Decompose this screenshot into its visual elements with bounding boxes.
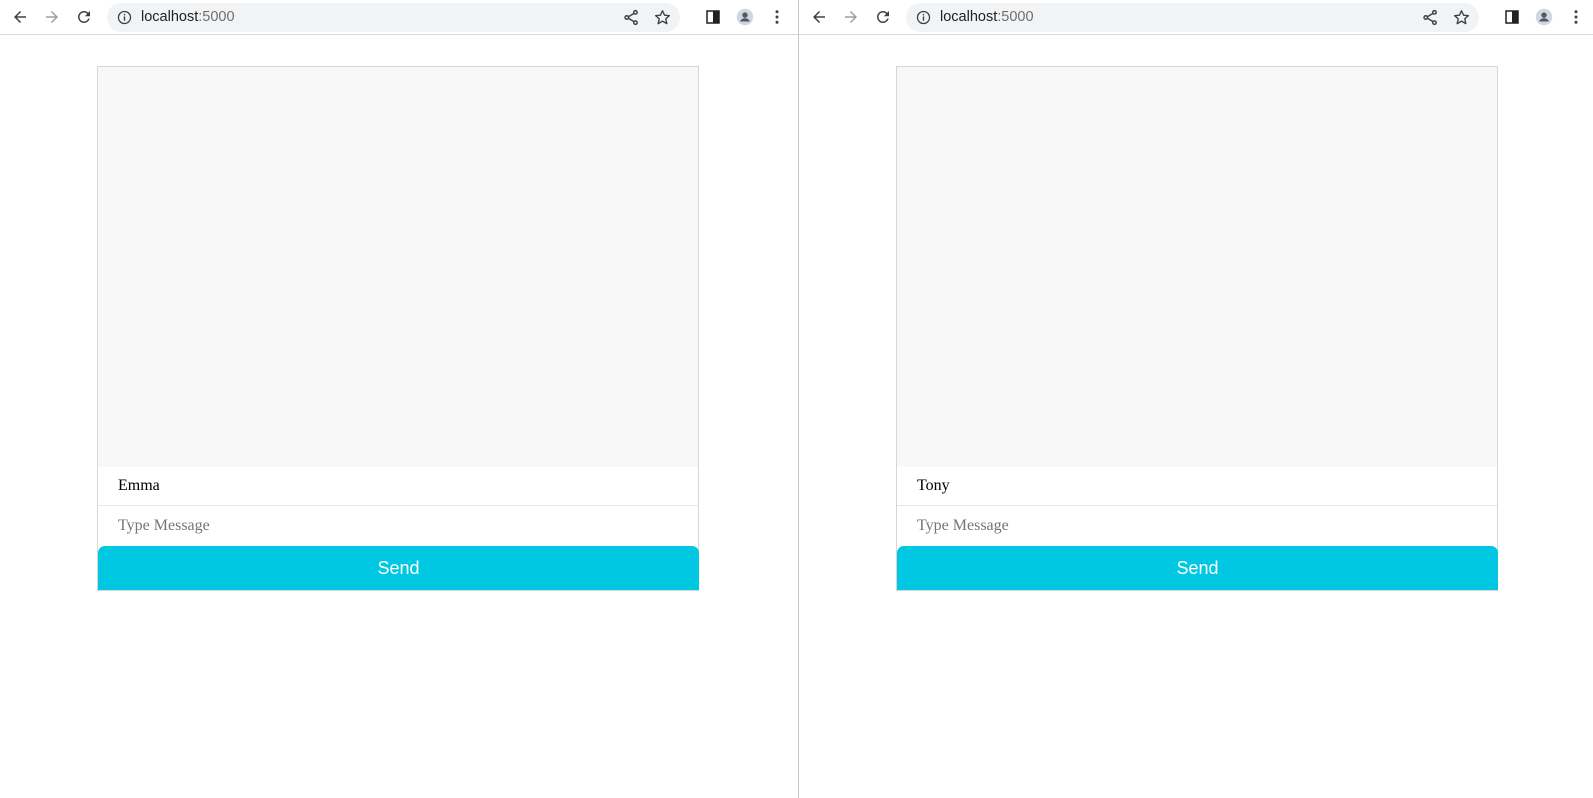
profile-icon: [1535, 8, 1553, 26]
browser-toolbar: localhost:5000: [799, 0, 1593, 35]
arrow-left-icon: [14, 11, 26, 23]
address-url: localhost:5000: [141, 9, 235, 25]
address-bar[interactable]: localhost:5000: [906, 3, 1479, 32]
arrow-left-icon: [813, 11, 825, 23]
kebab-menu-icon: [1574, 10, 1578, 24]
arrow-right-icon: [46, 11, 58, 23]
side-panel-button[interactable]: [700, 4, 726, 30]
page-content: Send: [799, 35, 1593, 798]
send-button[interactable]: Send: [897, 546, 1498, 590]
name-field[interactable]: [897, 467, 1497, 506]
url-host: localhost: [141, 9, 199, 25]
arrow-right-icon: [845, 11, 857, 23]
profile-button[interactable]: [732, 4, 758, 30]
address-bar[interactable]: localhost:5000: [107, 3, 680, 32]
send-button[interactable]: Send: [98, 546, 699, 590]
profile-button[interactable]: [1531, 4, 1557, 30]
info-icon[interactable]: [915, 9, 932, 26]
messages-area[interactable]: [98, 67, 698, 467]
forward-button[interactable]: [39, 4, 65, 30]
menu-button[interactable]: [1563, 4, 1589, 30]
screen: localhost:5000 Send: [0, 0, 1593, 798]
chat-box: Send: [97, 66, 699, 591]
kebab-menu-icon: [775, 10, 779, 24]
profile-icon: [736, 8, 754, 26]
star-icon[interactable]: [653, 8, 672, 27]
star-icon[interactable]: [1452, 8, 1471, 27]
address-url: localhost:5000: [940, 9, 1034, 25]
message-input[interactable]: [897, 506, 1497, 545]
share-icon[interactable]: [1421, 8, 1440, 27]
browser-toolbar: localhost:5000: [0, 0, 798, 35]
side-panel-button[interactable]: [1499, 4, 1525, 30]
url-port: :5000: [997, 9, 1034, 25]
browser-window-right: localhost:5000 Send: [799, 0, 1593, 798]
reload-icon: [77, 10, 90, 23]
page-content: Send: [0, 35, 798, 798]
back-button[interactable]: [7, 4, 33, 30]
share-icon[interactable]: [622, 8, 641, 27]
url-port: :5000: [198, 9, 235, 25]
url-host: localhost: [940, 9, 998, 25]
name-field[interactable]: [98, 467, 698, 506]
messages-area[interactable]: [897, 67, 1497, 467]
reload-button[interactable]: [71, 4, 97, 30]
chat-box: Send: [896, 66, 1498, 591]
message-input[interactable]: [98, 506, 698, 545]
side-panel-icon: [1505, 10, 1519, 24]
browser-window-left: localhost:5000 Send: [0, 0, 799, 798]
menu-button[interactable]: [764, 4, 790, 30]
info-icon[interactable]: [116, 9, 133, 26]
reload-button[interactable]: [870, 4, 896, 30]
back-button[interactable]: [806, 4, 832, 30]
side-panel-icon: [706, 10, 720, 24]
reload-icon: [876, 10, 889, 23]
forward-button[interactable]: [838, 4, 864, 30]
